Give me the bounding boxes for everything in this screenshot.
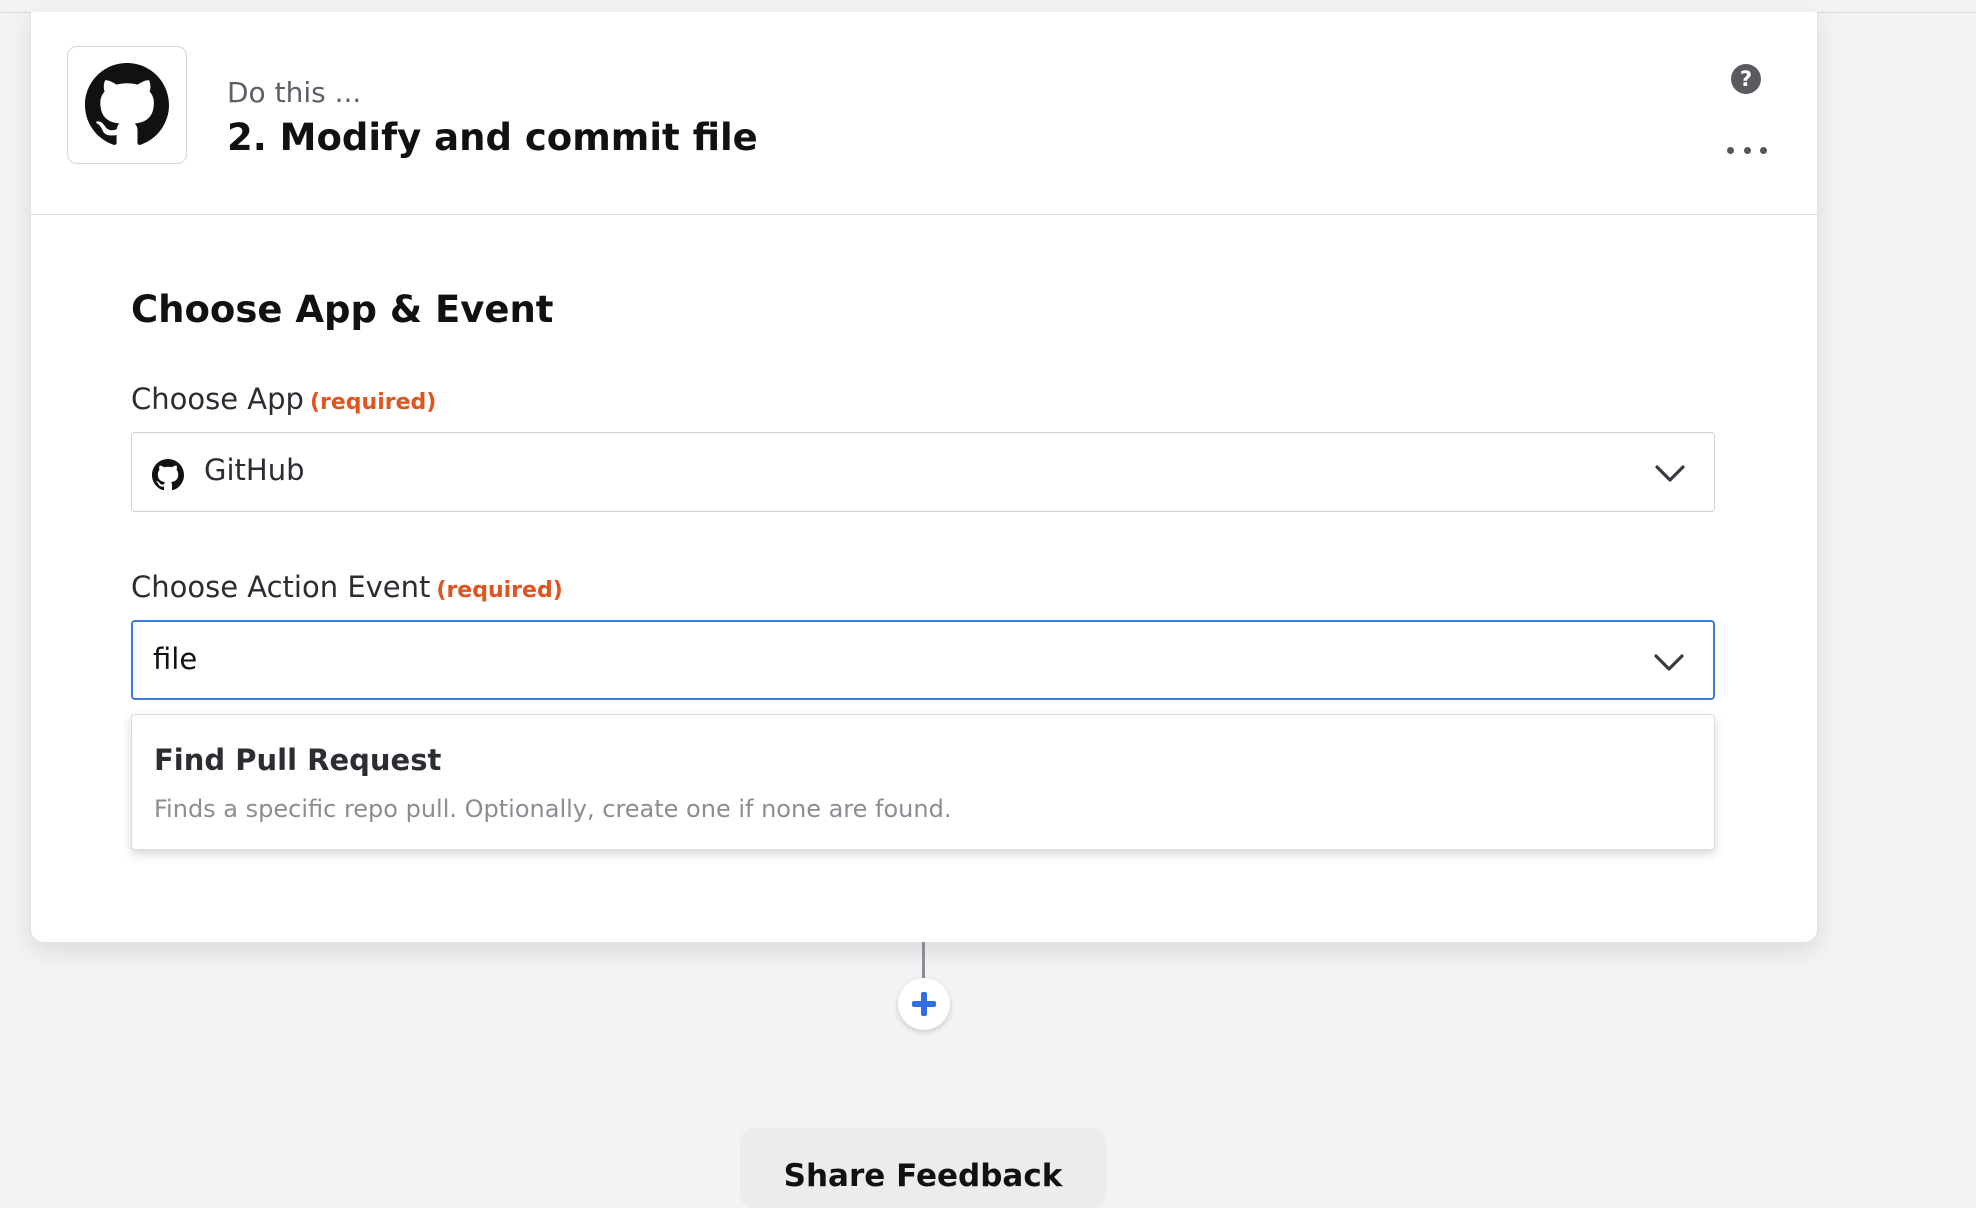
share-feedback-button[interactable]: Share Feedback (740, 1128, 1106, 1208)
more-options-button[interactable] (1727, 140, 1767, 160)
choose-event-label-text: Choose Action Event (131, 570, 431, 604)
chevron-down-icon[interactable] (1654, 457, 1686, 489)
required-tag: (required) (436, 578, 563, 603)
step-connector-line (922, 942, 925, 978)
ellipsis-dot (1760, 146, 1767, 154)
ellipsis-dot (1743, 146, 1751, 154)
choose-app-value: GitHub (204, 453, 305, 487)
choose-app-select[interactable]: GitHub (131, 432, 1715, 512)
share-feedback-label: Share Feedback (783, 1158, 1063, 1194)
plus-icon (912, 992, 936, 1016)
add-step-button[interactable] (898, 978, 950, 1030)
choose-event-label: Choose Action Event (required) (131, 570, 563, 604)
step-card: Do this ... 2. Modify and commit file ? … (30, 12, 1818, 943)
help-button[interactable]: ? (1731, 64, 1761, 94)
question-icon: ? (1739, 67, 1753, 91)
github-icon (85, 63, 169, 145)
option-title: Find Pull Request (154, 743, 442, 777)
ellipsis-dot (1727, 146, 1734, 154)
section-title: Choose App & Event (131, 288, 554, 331)
github-icon (152, 459, 184, 491)
dropdown-option[interactable]: Find Pull Request Finds a specific repo … (132, 715, 1714, 849)
app-tile (67, 46, 187, 164)
step-subtitle: Do this ... (227, 76, 362, 109)
required-tag: (required) (309, 390, 437, 415)
choose-event-select[interactable] (131, 620, 1715, 700)
chevron-down-icon[interactable] (1653, 646, 1685, 678)
choose-app-label: Choose App (required) (131, 382, 436, 416)
option-description: Finds a specific repo pull. Optionally, … (154, 795, 952, 823)
choose-app-label-text: Choose App (131, 382, 304, 416)
event-search-input[interactable] (153, 642, 1553, 676)
event-dropdown: Find Pull Request Finds a specific repo … (131, 714, 1715, 850)
step-title: 2. Modify and commit file (227, 116, 758, 159)
step-header[interactable]: Do this ... 2. Modify and commit file ? (31, 12, 1817, 215)
